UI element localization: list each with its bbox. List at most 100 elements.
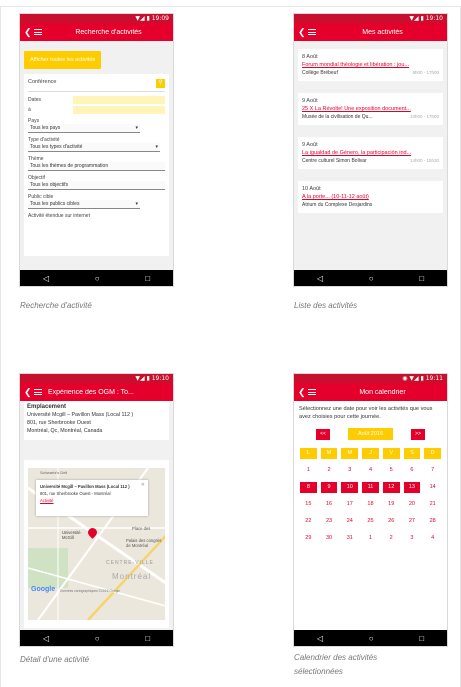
day-cell[interactable]: 2 xyxy=(319,465,340,476)
day-cell[interactable]: 7 xyxy=(422,465,443,476)
close-icon[interactable]: ✕ xyxy=(141,482,145,489)
menu-icon[interactable] xyxy=(308,389,322,395)
caption-calendar: Calendrier des activités sélectionnées xyxy=(294,651,377,679)
day-cell[interactable]: 28 xyxy=(422,516,443,527)
day-cell-next-month[interactable]: 1 xyxy=(360,533,381,544)
weekday-header: M xyxy=(320,448,338,459)
show-all-button[interactable]: Afficher toutes les activités xyxy=(24,51,102,69)
day-cell-next-month[interactable]: 3 xyxy=(402,533,423,544)
popup-link[interactable]: Activité xyxy=(40,497,144,504)
day-cell[interactable]: 5 xyxy=(381,465,402,476)
nav-recent-icon[interactable]: □ xyxy=(145,634,150,643)
back-icon[interactable]: ❮ xyxy=(298,387,308,398)
theme-select[interactable]: Tous les thèmes de programmation xyxy=(28,162,165,171)
menu-icon[interactable] xyxy=(34,29,48,35)
day-cell[interactable]: 24 xyxy=(339,516,360,527)
map-label: Schwartz's Deli xyxy=(40,470,68,475)
type-select[interactable]: Tous les types d'activité ▾ xyxy=(28,143,160,152)
chevron-down-icon: ▾ xyxy=(155,144,158,150)
map[interactable]: Schwartz's Deli Université Mcgill – Pavi… xyxy=(28,468,165,620)
day-cell[interactable]: 31 xyxy=(339,533,360,544)
day-cell[interactable]: 21 xyxy=(422,499,443,510)
day-cell[interactable]: 27 xyxy=(402,516,423,527)
back-icon[interactable]: ❮ xyxy=(24,27,34,38)
nav-recent-icon[interactable]: □ xyxy=(419,274,424,283)
weekday-header: L xyxy=(300,448,317,459)
activity-link[interactable]: 25 X La Révolte! Une exposition document… xyxy=(302,106,439,112)
day-cell-selected[interactable]: 8 xyxy=(300,482,317,493)
day-cell-selected[interactable]: 9 xyxy=(320,482,338,493)
nav-home-icon[interactable]: ○ xyxy=(95,634,100,643)
back-icon[interactable]: ❮ xyxy=(298,27,308,38)
nav-home-icon[interactable]: ○ xyxy=(369,634,374,643)
nav-recent-icon[interactable]: □ xyxy=(419,634,424,643)
day-cell[interactable]: 23 xyxy=(319,516,340,527)
nav-home-icon[interactable]: ○ xyxy=(369,274,374,283)
audience-select[interactable]: Tous les publics cibles ▾ xyxy=(28,200,140,209)
day-cell-selected[interactable]: 10 xyxy=(341,482,359,493)
activity-card[interactable]: 9 Août 25 X La Révolte! Une exposition d… xyxy=(298,93,443,125)
back-icon[interactable]: ❮ xyxy=(24,387,34,398)
day-cell[interactable]: 25 xyxy=(360,516,381,527)
weekday-header: D xyxy=(424,448,441,459)
page-title: Expérience des OGM : To... xyxy=(48,388,134,396)
map-label: Palais des congrès de Montréal xyxy=(126,538,162,548)
day-cell[interactable]: 4 xyxy=(360,465,381,476)
activity-card[interactable]: 8 Août Forum mondial théologie et libéra… xyxy=(298,49,443,81)
activity-date: 10 Août xyxy=(302,186,321,192)
activity-place: Musée de la civilisation de Qu... xyxy=(302,114,373,120)
end-date-field[interactable] xyxy=(73,106,165,114)
phone-calendar: ◉ ▼◢ ▮ 19:11 ❮ Mon calendrier Sélectionn… xyxy=(294,374,447,646)
day-cell[interactable]: 22 xyxy=(298,516,319,527)
day-cell[interactable]: 20 xyxy=(402,499,423,510)
day-cell[interactable]: 18 xyxy=(360,499,381,510)
activity-place: Collège Brébeuf xyxy=(302,70,338,76)
activity-card[interactable]: 9 Août La igualdad de Género, la partici… xyxy=(298,137,443,169)
map-popup[interactable]: Université Mcgill – Pavillon Mass (Local… xyxy=(36,480,148,516)
menu-icon[interactable] xyxy=(34,389,48,395)
day-cell[interactable]: 15 xyxy=(298,499,319,510)
page-title: Mon calendrier xyxy=(359,388,406,396)
day-cell-selected[interactable]: 12 xyxy=(382,482,400,493)
objective-select[interactable]: Tous les objectifs xyxy=(28,181,165,190)
country-select[interactable]: Tous les pays ▾ xyxy=(28,124,140,133)
activity-link[interactable]: La igualdad de Género, la participación … xyxy=(302,150,439,156)
activity-card[interactable]: 10 Août A la porte... (10-11-12 août) At… xyxy=(298,181,443,213)
page-title: Recherche d'activités xyxy=(75,28,142,36)
day-cell-selected[interactable]: 13 xyxy=(403,482,421,493)
day-cell-next-month[interactable]: 2 xyxy=(381,533,402,544)
phone-search: ▼◢ ▮ 19:09 ❮ Recherche d'activités Affic… xyxy=(20,14,173,286)
to-label: à xyxy=(28,107,31,113)
day-cell-next-month[interactable]: 4 xyxy=(422,533,443,544)
nav-home-icon[interactable]: ○ xyxy=(95,274,100,283)
search-input[interactable]: Conférence xyxy=(28,79,56,88)
day-cell[interactable]: 6 xyxy=(402,465,423,476)
day-cell[interactable]: 30 xyxy=(319,533,340,544)
popup-title: Université Mcgill – Pavillon Mass (Local… xyxy=(40,484,130,489)
calendar-grid: L M M J V S D 1 2 3 4 5 6 7 8 9 10 11 12… xyxy=(298,448,443,544)
weekday-header: J xyxy=(362,448,379,459)
day-cell[interactable]: 1 xyxy=(298,465,319,476)
day-cell[interactable]: 26 xyxy=(381,516,402,527)
day-cell[interactable]: 14 xyxy=(422,482,443,493)
prev-month-button[interactable]: << xyxy=(316,428,330,440)
start-date-field[interactable] xyxy=(73,96,165,104)
search-icon[interactable]: ⚲ xyxy=(156,79,165,88)
nav-back-icon[interactable]: ◁ xyxy=(317,274,323,283)
day-cell[interactable]: 17 xyxy=(339,499,360,510)
nav-back-icon[interactable]: ◁ xyxy=(43,274,49,283)
next-month-button[interactable]: >> xyxy=(410,428,425,440)
day-cell[interactable]: 3 xyxy=(339,465,360,476)
nav-back-icon[interactable]: ◁ xyxy=(317,634,323,643)
activity-link[interactable]: Forum mondial théologie et libération : … xyxy=(302,62,439,68)
day-cell[interactable]: 16 xyxy=(319,499,340,510)
activity-link[interactable]: A la porte... (10-11-12 août) xyxy=(302,194,439,200)
activity-time: 14h00 - 15h30 xyxy=(409,158,439,163)
type-value: Tous les types d'activité xyxy=(30,144,83,150)
nav-back-icon[interactable]: ◁ xyxy=(43,634,49,643)
day-cell-selected[interactable]: 11 xyxy=(362,482,379,493)
day-cell[interactable]: 29 xyxy=(298,533,319,544)
menu-icon[interactable] xyxy=(308,29,322,35)
nav-recent-icon[interactable]: □ xyxy=(145,274,150,283)
day-cell[interactable]: 19 xyxy=(381,499,402,510)
